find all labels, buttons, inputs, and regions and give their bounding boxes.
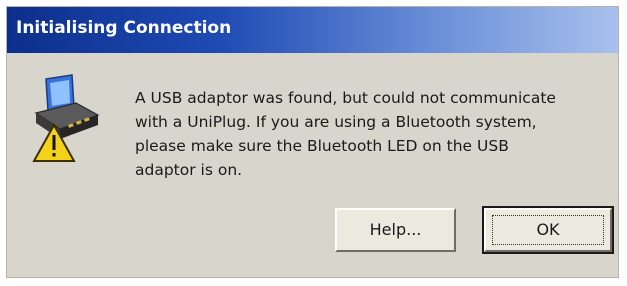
ok-button[interactable]: OK [482,206,614,254]
ok-button-label: OK [536,220,560,239]
message-line: with a UniPlug. If you are using a Bluet… [135,113,537,131]
dialog-title: Initialising Connection [16,18,232,38]
usb-adaptor-warning-icon [32,73,102,165]
title-bar[interactable]: Initialising Connection [7,7,618,53]
help-button[interactable]: Help... [335,208,456,252]
message-line: adaptor is on. [135,161,243,179]
dialog-window: Initialising Connection A USB adaptor wa… [6,6,619,278]
message-line: please make sure the Bluetooth LED on th… [135,137,509,155]
dialog-message: A USB adaptor was found, but could not c… [135,86,595,182]
message-line: A USB adaptor was found, but could not c… [135,89,556,107]
